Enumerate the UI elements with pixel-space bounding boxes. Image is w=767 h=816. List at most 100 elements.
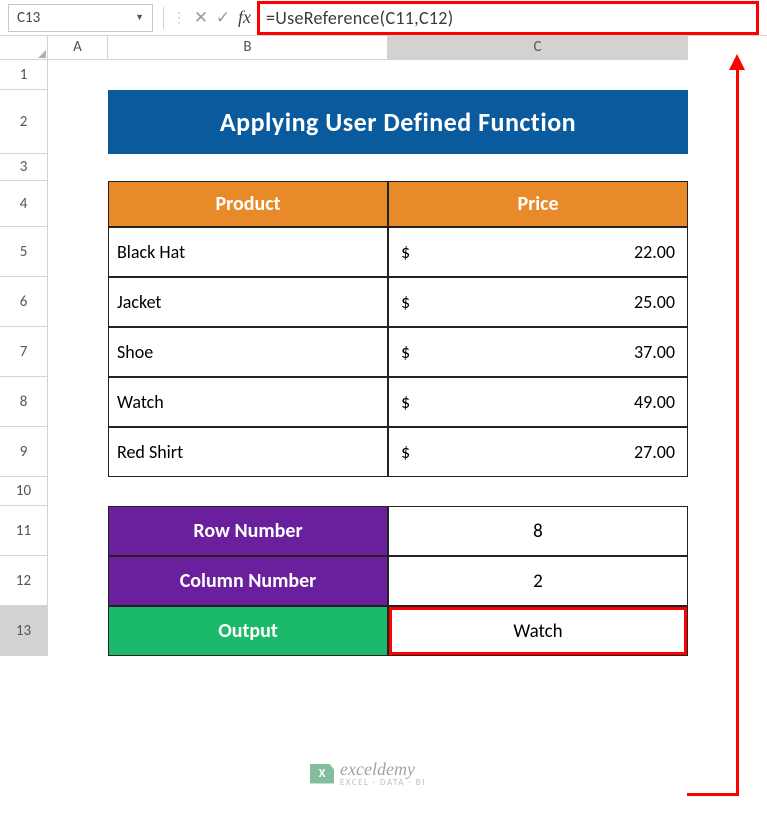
table-row bbox=[48, 477, 767, 506]
price-cell[interactable]: $25.00 bbox=[388, 277, 688, 327]
row-header[interactable]: 13 bbox=[0, 606, 48, 656]
currency-symbol: $ bbox=[401, 241, 410, 263]
row-header[interactable]: 7 bbox=[0, 327, 48, 377]
column-number-label[interactable]: Column Number bbox=[108, 556, 388, 606]
cell[interactable] bbox=[48, 181, 108, 227]
price-value: 49.00 bbox=[634, 391, 675, 413]
row-header[interactable]: 2 bbox=[0, 90, 48, 154]
table-header-product[interactable]: Product bbox=[108, 181, 388, 227]
row-header[interactable]: 12 bbox=[0, 556, 48, 606]
callout-arrow-head bbox=[729, 54, 745, 70]
formula-input[interactable]: =UseReference(C11,C12) bbox=[266, 7, 453, 29]
table-row: Watch$49.00 bbox=[48, 377, 767, 427]
price-value: 27.00 bbox=[634, 441, 675, 463]
col-header-c[interactable]: C bbox=[388, 36, 688, 60]
currency-symbol: $ bbox=[401, 291, 410, 313]
watermark-text: exceldemy EXCEL · DATA · BI bbox=[340, 760, 426, 787]
watermark-sub: EXCEL · DATA · BI bbox=[340, 778, 426, 787]
currency-symbol: $ bbox=[401, 441, 410, 463]
row-header[interactable]: 8 bbox=[0, 377, 48, 427]
table-row: Jacket$25.00 bbox=[48, 277, 767, 327]
grid: Applying User Defined Function Product P… bbox=[48, 60, 767, 816]
table-row: Red Shirt$27.00 bbox=[48, 427, 767, 477]
column-number-value[interactable]: 2 bbox=[388, 556, 688, 606]
cell[interactable] bbox=[108, 60, 388, 90]
cell[interactable] bbox=[48, 60, 108, 90]
row-header[interactable]: 10 bbox=[0, 477, 48, 506]
enter-icon[interactable]: ✓ bbox=[212, 7, 234, 28]
watermark: exceldemy EXCEL · DATA · BI bbox=[310, 760, 426, 787]
table-row: Row Number 8 bbox=[48, 506, 767, 556]
output-cell[interactable]: Watch bbox=[388, 606, 688, 656]
row-header[interactable]: 3 bbox=[0, 154, 48, 181]
table-row: Black Hat$22.00 bbox=[48, 227, 767, 277]
row-number-value[interactable]: 8 bbox=[388, 506, 688, 556]
product-cell[interactable]: Shoe bbox=[108, 327, 388, 377]
cell[interactable] bbox=[48, 477, 108, 506]
watermark-main: exceldemy bbox=[340, 760, 426, 778]
col-header-b[interactable]: B bbox=[108, 36, 388, 60]
cell[interactable] bbox=[48, 227, 108, 277]
table-row: Output Watch bbox=[48, 606, 767, 656]
product-cell[interactable]: Watch bbox=[108, 377, 388, 427]
divider bbox=[163, 7, 164, 29]
currency-symbol: $ bbox=[401, 391, 410, 413]
table-row: Product Price bbox=[48, 181, 767, 227]
formula-bar: C13 ▼ ⋮ ✕ ✓ fx =UseReference(C11,C12) bbox=[0, 0, 767, 36]
cell[interactable] bbox=[48, 506, 108, 556]
callout-arrow-line bbox=[687, 793, 739, 796]
cell[interactable] bbox=[48, 327, 108, 377]
table-row bbox=[48, 60, 767, 90]
price-cell[interactable]: $22.00 bbox=[388, 227, 688, 277]
callout-arrow-line bbox=[736, 69, 739, 793]
cancel-icon[interactable]: ✕ bbox=[190, 7, 212, 28]
product-cell[interactable]: Jacket bbox=[108, 277, 388, 327]
cell[interactable] bbox=[48, 154, 108, 181]
row-header[interactable]: 9 bbox=[0, 427, 48, 477]
table-row: Applying User Defined Function bbox=[48, 90, 767, 154]
cell[interactable] bbox=[48, 277, 108, 327]
cell[interactable] bbox=[108, 154, 388, 181]
price-cell[interactable]: $27.00 bbox=[388, 427, 688, 477]
name-box-value: C13 bbox=[17, 9, 40, 27]
row-headers: 12345678910111213 bbox=[0, 60, 48, 816]
formula-input-highlight: =UseReference(C11,C12) bbox=[257, 1, 759, 35]
row-header[interactable]: 1 bbox=[0, 60, 48, 90]
product-cell[interactable]: Red Shirt bbox=[108, 427, 388, 477]
cell[interactable] bbox=[48, 556, 108, 606]
col-header-a[interactable]: A bbox=[48, 36, 108, 60]
table-row: Column Number 2 bbox=[48, 556, 767, 606]
select-all-corner[interactable] bbox=[0, 36, 48, 60]
row-header[interactable]: 6 bbox=[0, 277, 48, 327]
table-header-price[interactable]: Price bbox=[388, 181, 688, 227]
table-row bbox=[48, 154, 767, 181]
price-value: 22.00 bbox=[634, 241, 675, 263]
cell[interactable] bbox=[388, 154, 688, 181]
price-cell[interactable]: $37.00 bbox=[388, 327, 688, 377]
column-headers: A B C bbox=[48, 36, 767, 60]
row-number-label[interactable]: Row Number bbox=[108, 506, 388, 556]
output-label[interactable]: Output bbox=[108, 606, 388, 656]
price-cell[interactable]: $49.00 bbox=[388, 377, 688, 427]
price-value: 37.00 bbox=[634, 341, 675, 363]
row-header[interactable]: 5 bbox=[0, 227, 48, 277]
grip-icon: ⋮ bbox=[172, 13, 186, 23]
price-value: 25.00 bbox=[634, 291, 675, 313]
cell[interactable] bbox=[48, 606, 108, 656]
cell[interactable] bbox=[388, 477, 688, 506]
excel-icon bbox=[310, 764, 334, 784]
cell[interactable] bbox=[108, 477, 388, 506]
chevron-down-icon[interactable]: ▼ bbox=[135, 12, 144, 23]
cell[interactable] bbox=[48, 90, 108, 154]
cell[interactable] bbox=[48, 377, 108, 427]
title-banner[interactable]: Applying User Defined Function bbox=[108, 90, 688, 154]
cell[interactable] bbox=[388, 60, 688, 90]
product-cell[interactable]: Black Hat bbox=[108, 227, 388, 277]
table-row: Shoe$37.00 bbox=[48, 327, 767, 377]
spreadsheet: A B C 12345678910111213 Applying User De… bbox=[0, 36, 767, 816]
cell[interactable] bbox=[48, 427, 108, 477]
fx-icon[interactable]: fx bbox=[238, 7, 251, 28]
row-header[interactable]: 4 bbox=[0, 181, 48, 227]
row-header[interactable]: 11 bbox=[0, 506, 48, 556]
name-box[interactable]: C13 ▼ bbox=[8, 4, 153, 32]
